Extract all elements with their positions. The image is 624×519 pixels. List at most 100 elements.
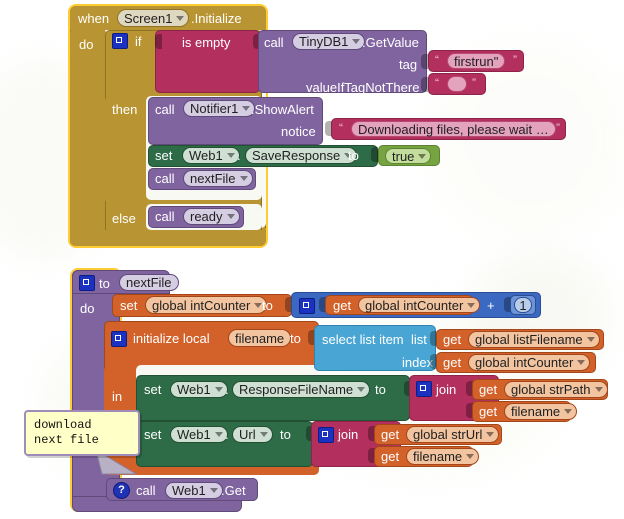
procedure-name-field[interactable]: nextFile <box>119 274 179 291</box>
get-filename-a-variable-label: filename <box>511 404 561 419</box>
set-saveresponse-component-label: Web1 <box>189 148 223 163</box>
get-filename-b-variable-dropdown[interactable]: filename <box>406 448 480 465</box>
chevron-down-icon <box>226 214 235 219</box>
set-url-property-dropdown[interactable]: Url <box>232 426 273 443</box>
chevron-down-icon <box>467 302 476 308</box>
set-responsefilename-component-dropdown[interactable]: Web1 <box>170 381 228 398</box>
open-quote-glyph: “ <box>435 76 439 90</box>
initialize-local-in-label: in <box>112 389 123 404</box>
chevron-down-icon <box>214 432 223 437</box>
if-mutator-icon[interactable] <box>112 33 128 49</box>
set-responsefilename-property-dropdown[interactable]: ResponseFileName <box>232 381 371 398</box>
call-nextfile-call-label: call <box>155 171 175 186</box>
join-b-mutator-icon[interactable] <box>318 427 334 443</box>
chevron-down-icon <box>586 337 595 342</box>
get-strurl-variable-dropdown[interactable]: global strUrl <box>406 426 500 443</box>
get-intcounter-b-variable-dropdown[interactable]: global intCounter <box>468 354 591 371</box>
chevron-down-icon <box>259 432 268 437</box>
tinydb-tag-arg-label: tag <box>399 57 418 72</box>
procedure-do-label: do <box>80 301 95 316</box>
call-ready-name-dropdown[interactable]: ready <box>183 208 240 225</box>
set-intcounter-variable-dropdown[interactable]: global intCounter <box>145 296 268 314</box>
notifier-method-label: .ShowAlert <box>251 102 314 117</box>
set-url-component-dropdown[interactable]: Web1 <box>170 426 228 443</box>
event-do-label: do <box>79 37 94 52</box>
procedure-to-label: to <box>99 276 110 291</box>
set-responsefilename-component-label: Web1 <box>177 382 211 397</box>
event-block-left-column <box>70 28 106 246</box>
get-intcounter-b-get-label: get <box>443 355 462 370</box>
math-add-operator-label: + <box>487 298 495 313</box>
get-strpath-variable-dropdown[interactable]: global strPath <box>504 381 608 398</box>
event-when-label: when <box>78 11 110 26</box>
join-a-mutator-icon[interactable] <box>416 381 432 397</box>
text-empty-input[interactable] <box>447 76 467 92</box>
notifier-notice-arg-label: notice <box>281 124 316 139</box>
set-responsefilename-to-label: to <box>375 382 386 397</box>
get-filename-a-variable-dropdown[interactable]: filename <box>504 403 578 420</box>
chevron-down-icon <box>357 387 366 392</box>
tinydb-valueif-socket <box>421 77 428 92</box>
control-if-bottom <box>105 230 262 242</box>
call-ready-call-label: call <box>155 209 175 224</box>
tinydb-component-dropdown[interactable]: TinyDB1 <box>292 33 366 50</box>
open-quote-glyph: “ <box>339 121 343 135</box>
set-saveresponse-to-label: to <box>348 148 359 163</box>
call-web1-get-method-label: .Get <box>221 483 246 498</box>
procedure-name-value: nextFile <box>126 275 172 290</box>
set-url-component-label: Web1 <box>177 427 211 442</box>
text-firstrun-value: firstrun" <box>454 53 499 69</box>
tinydb-call-label: call <box>264 35 284 50</box>
chevron-down-icon <box>242 106 251 111</box>
set-intcounter-set-label: set <box>120 298 138 313</box>
call-ready-name-label: ready <box>190 209 223 224</box>
comment-balloon[interactable]: download next file <box>24 410 140 456</box>
get-filename-a-get-label: get <box>479 404 498 419</box>
math-number-one-input[interactable]: 1 <box>514 297 532 313</box>
chevron-down-icon <box>486 432 495 437</box>
event-component-label: Screen1 <box>124 10 173 26</box>
text-downloading-input[interactable]: Downloading files, please wait … <box>351 121 556 137</box>
event-component-dropdown[interactable]: Screen1 <box>117 9 190 27</box>
then-label: then <box>112 102 138 117</box>
logic-true-dropdown[interactable]: true <box>385 148 432 164</box>
procedure-mutator-icon[interactable] <box>79 275 95 291</box>
text-downloading-value: Downloading files, please wait … <box>358 121 549 137</box>
tinydb-valueif-arg-label: valueIfTagNotThere <box>306 80 420 95</box>
math-add-mutator-icon[interactable] <box>299 298 315 314</box>
close-quote-glyph: ” <box>556 121 560 135</box>
chevron-down-icon <box>239 176 248 181</box>
get-listfilename-variable-dropdown[interactable]: global listFilename <box>468 331 600 348</box>
call-nextfile-name-dropdown[interactable]: nextFile <box>183 170 253 187</box>
get-strpath-get-label: get <box>479 382 498 397</box>
chevron-down-icon <box>176 15 185 21</box>
open-quote-glyph: “ <box>435 53 439 67</box>
chevron-down-icon <box>577 360 586 365</box>
set-saveresponse-property-dropdown[interactable]: SaveResponse <box>245 147 358 164</box>
call-web1-get-component-dropdown[interactable]: Web1 <box>165 482 223 499</box>
select-list-item-index-label: index <box>402 355 434 370</box>
get-filename-b-variable-label: filename <box>413 449 463 464</box>
help-icon[interactable]: ? <box>113 482 130 499</box>
set-saveresponse-component-dropdown[interactable]: Web1 <box>182 147 240 164</box>
set-saveresponse-dot: . <box>237 148 241 163</box>
initialize-local-mutator-icon[interactable] <box>111 331 127 347</box>
set-url-to-label: to <box>280 427 291 442</box>
set-intcounter-variable-label: global intCounter <box>152 297 251 313</box>
chevron-down-icon <box>209 488 218 493</box>
get-intcounter-b-variable-label: global intCounter <box>475 355 574 370</box>
initialize-local-variable-field[interactable]: filename <box>228 329 292 347</box>
else-label: else <box>112 211 136 226</box>
get-strurl-get-label: get <box>381 427 400 442</box>
text-firstrun-input[interactable]: firstrun" <box>447 53 506 69</box>
notifier-component-dropdown[interactable]: Notifier1 <box>183 100 256 117</box>
get-intcounter-a-variable-dropdown[interactable]: global intCounter <box>358 297 481 313</box>
notifier-component-label: Notifier1 <box>190 101 239 116</box>
get-listfilename-variable-label: global listFilename <box>475 332 583 347</box>
set-responsefilename-dot: . <box>225 382 229 397</box>
call-web1-get-component-label: Web1 <box>172 483 206 498</box>
join-a-label: join <box>436 382 457 397</box>
blocks-canvas[interactable]: when Screen1 .Initialize do if then else… <box>0 0 624 519</box>
call-web1-get-call-label: call <box>136 483 156 498</box>
set-saveresponse-set-label: set <box>155 148 173 163</box>
